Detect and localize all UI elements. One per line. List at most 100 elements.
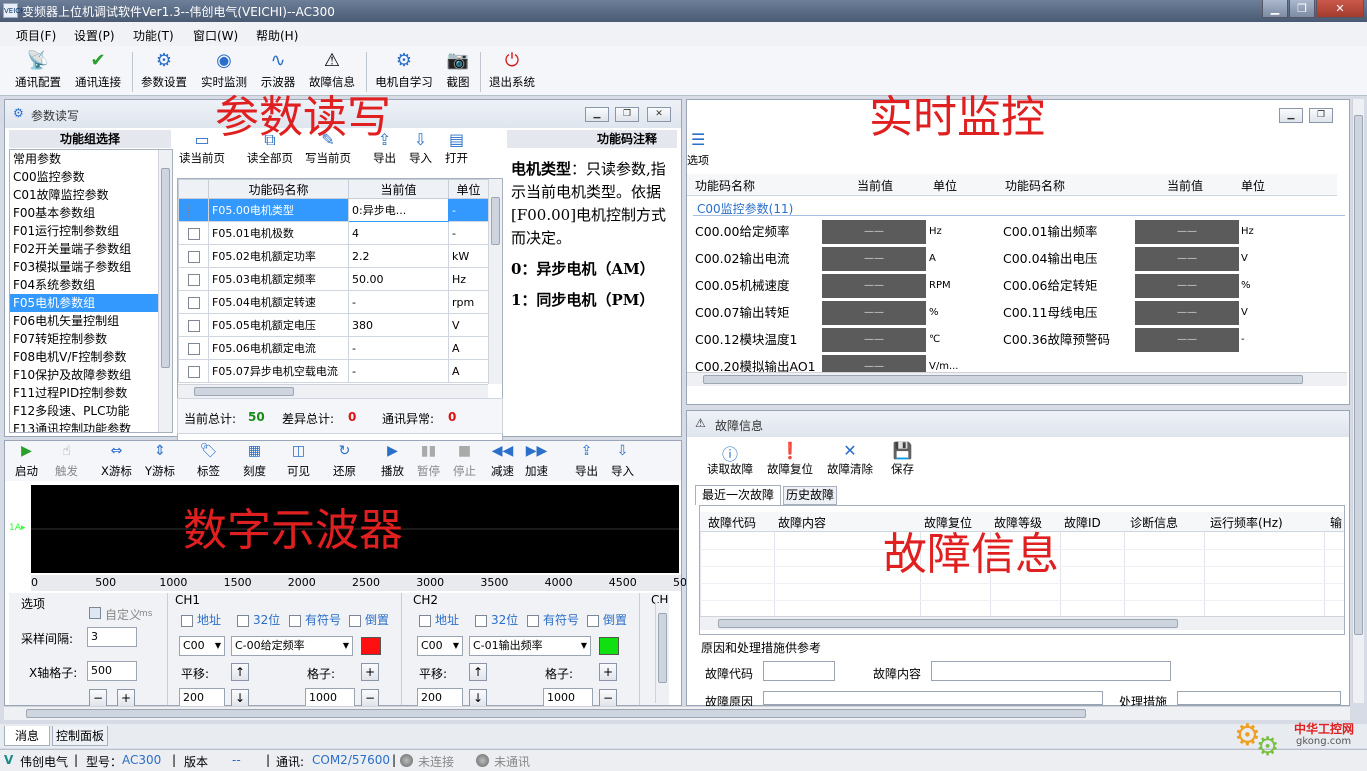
xgrid-input[interactable]: 500	[87, 661, 137, 681]
monitor-minimize-button[interactable]: ▁	[1279, 108, 1303, 123]
screenshot-button[interactable]: 📷 截图	[442, 50, 474, 90]
main-hscroll[interactable]	[4, 706, 1350, 720]
group-list-item[interactable]: F10保护及故障参数组	[10, 366, 172, 384]
param-action-button[interactable]: ⇩ 导入	[409, 130, 432, 166]
group-list-item[interactable]: F05电机参数组	[10, 294, 172, 312]
motor-autotune-button[interactable]: ⚙ 电机自学习	[372, 50, 436, 90]
group-list-item[interactable]: F08电机V/F控制参数	[10, 348, 172, 366]
channel-option[interactable]: 有符号	[527, 611, 579, 628]
scope-tool-button[interactable]: ■ 停止	[453, 443, 476, 479]
ch2-signal-select[interactable]: C-01输出频率	[469, 636, 591, 656]
scope-tool-button[interactable]: ⇪ 导出	[575, 443, 598, 479]
xgrid-minus-button[interactable]: −	[89, 689, 107, 707]
scope-tool-button[interactable]: ⇩ 导入	[611, 443, 634, 479]
table-row[interactable]: F05.05电机额定电压 380 V	[178, 313, 489, 337]
ch1-grid-plus-button[interactable]: +	[361, 663, 379, 681]
group-list-scrollbar[interactable]	[158, 150, 172, 432]
column-header[interactable]: 当前值	[348, 179, 449, 199]
menu-project[interactable]: 项目(F)	[16, 27, 56, 44]
ch2-color-swatch[interactable]	[599, 637, 619, 655]
group-list-item[interactable]: 常用参数	[10, 150, 172, 168]
column-header[interactable]: 功能码名称	[208, 179, 349, 199]
param-table-hscroll[interactable]	[178, 384, 488, 398]
param-table-vscroll[interactable]	[488, 179, 502, 384]
table-cell[interactable]: 50.00	[348, 267, 449, 291]
ch1-offset-input[interactable]: 200	[179, 688, 225, 708]
scope-tool-button[interactable]: ◫ 可见	[287, 443, 310, 479]
row-checkbox[interactable]	[187, 250, 200, 263]
menu-settings[interactable]: 设置(P)	[74, 27, 115, 44]
fault-action-button[interactable]: ❗ 故障复位	[767, 441, 813, 477]
fault-action-button[interactable]: ✕ 故障清除	[827, 441, 873, 477]
ch1-code-select[interactable]: C00	[179, 636, 225, 656]
ch2-shift-down-button[interactable]: ↓	[469, 689, 487, 707]
row-checkbox[interactable]	[187, 342, 200, 355]
scope-tool-button[interactable]: ▶ 播放	[381, 443, 404, 479]
channel-option[interactable]: 有符号	[289, 611, 341, 628]
fault-content-input[interactable]	[931, 661, 1171, 681]
column-header[interactable]: 单位	[1241, 177, 1265, 194]
comm-connect-button[interactable]: ✔ 通讯连接	[72, 50, 124, 90]
scope-tool-button[interactable]: ☝ 触发	[55, 443, 78, 479]
group-list-item[interactable]: C00监控参数	[10, 168, 172, 186]
row-checkbox[interactable]	[187, 319, 200, 332]
fault-table-hscroll[interactable]	[700, 616, 1344, 630]
table-cell[interactable]: 4	[348, 221, 449, 245]
menu-window[interactable]: 窗口(W)	[193, 27, 238, 44]
panel-minimize-button[interactable]: ▁	[585, 107, 609, 122]
group-list-item[interactable]: F12多段速、PLC功能	[10, 402, 172, 420]
column-header[interactable]: 故障ID	[1064, 514, 1101, 531]
scope-tool-button[interactable]: ▶▶ 加速	[525, 443, 548, 479]
monitor-options-button[interactable]: 选项	[687, 152, 709, 168]
right-vscroll[interactable]	[1352, 99, 1364, 703]
table-row[interactable]: F05.03电机额定频率 50.00 Hz	[178, 267, 489, 291]
scope-tool-button[interactable]: ◀◀ 减速	[491, 443, 514, 479]
row-checkbox[interactable]	[187, 296, 200, 309]
column-header[interactable]: 功能码名称	[1005, 177, 1065, 194]
channel-option[interactable]: 32位	[237, 611, 280, 628]
ch1-grid-input[interactable]: 1000	[305, 688, 355, 708]
fault-action-button[interactable]: ⓘ 读取故障	[707, 441, 753, 477]
close-button[interactable]: ✕	[1316, 0, 1364, 18]
column-header[interactable]: 当前值	[1167, 177, 1203, 194]
ch1-signal-select[interactable]: C-00给定频率	[231, 636, 353, 656]
column-header[interactable]: 单位	[933, 177, 957, 194]
monitor-restore-button[interactable]: ❐	[1309, 108, 1333, 123]
exit-button[interactable]: ⏻ 退出系统	[486, 50, 538, 90]
column-header[interactable]: 当前值	[857, 177, 893, 194]
maximize-button[interactable]: ❐	[1289, 0, 1315, 18]
table-cell[interactable]: -	[348, 359, 449, 383]
group-list-item[interactable]: F06电机矢量控制组	[10, 312, 172, 330]
row-checkbox[interactable]	[187, 204, 200, 217]
ch2-grid-plus-button[interactable]: +	[599, 663, 617, 681]
table-cell[interactable]: 380	[348, 313, 449, 337]
monitor-hscroll[interactable]	[687, 372, 1347, 386]
ch1-color-swatch[interactable]	[361, 637, 381, 655]
group-list-item[interactable]: F01运行控制参数组	[10, 222, 172, 240]
row-checkbox[interactable]	[187, 365, 200, 378]
column-header[interactable]: 输	[1330, 514, 1342, 531]
xgrid-plus-button[interactable]: +	[117, 689, 135, 707]
table-cell[interactable]: 0:异步电...	[348, 198, 449, 222]
table-cell[interactable]: 2.2	[348, 244, 449, 268]
scope-tool-button[interactable]: ↻ 还原	[333, 443, 356, 479]
panel-close-button[interactable]: ✕	[647, 107, 671, 122]
channel-option[interactable]: 32位	[475, 611, 518, 628]
scope-tool-button[interactable]: ▮▮ 暂停	[417, 443, 440, 479]
param-action-button[interactable]: ▤ 打开	[445, 130, 468, 166]
comm-config-button[interactable]: 📡 通讯配置	[12, 50, 64, 90]
minimize-button[interactable]: ▁	[1262, 0, 1288, 18]
realtime-monitor-button[interactable]: ◉ 实时监测	[198, 50, 250, 90]
column-header[interactable]: 运行频率(Hz)	[1210, 514, 1283, 531]
tab-messages[interactable]: 消息	[4, 726, 50, 746]
ch1-grid-minus-button[interactable]: −	[361, 689, 379, 707]
table-row[interactable]: F05.04电机额定转速 - rpm	[178, 290, 489, 314]
channel-option[interactable]: 地址	[419, 611, 459, 628]
fault-reason-input[interactable]	[763, 691, 1103, 705]
column-header[interactable]: 故障内容	[778, 514, 826, 531]
fault-code-input[interactable]	[763, 661, 835, 681]
ch2-offset-input[interactable]: 200	[417, 688, 463, 708]
ch2-grid-minus-button[interactable]: −	[599, 689, 617, 707]
column-header[interactable]: 单位	[448, 179, 489, 199]
group-list-item[interactable]: F00基本参数组	[10, 204, 172, 222]
